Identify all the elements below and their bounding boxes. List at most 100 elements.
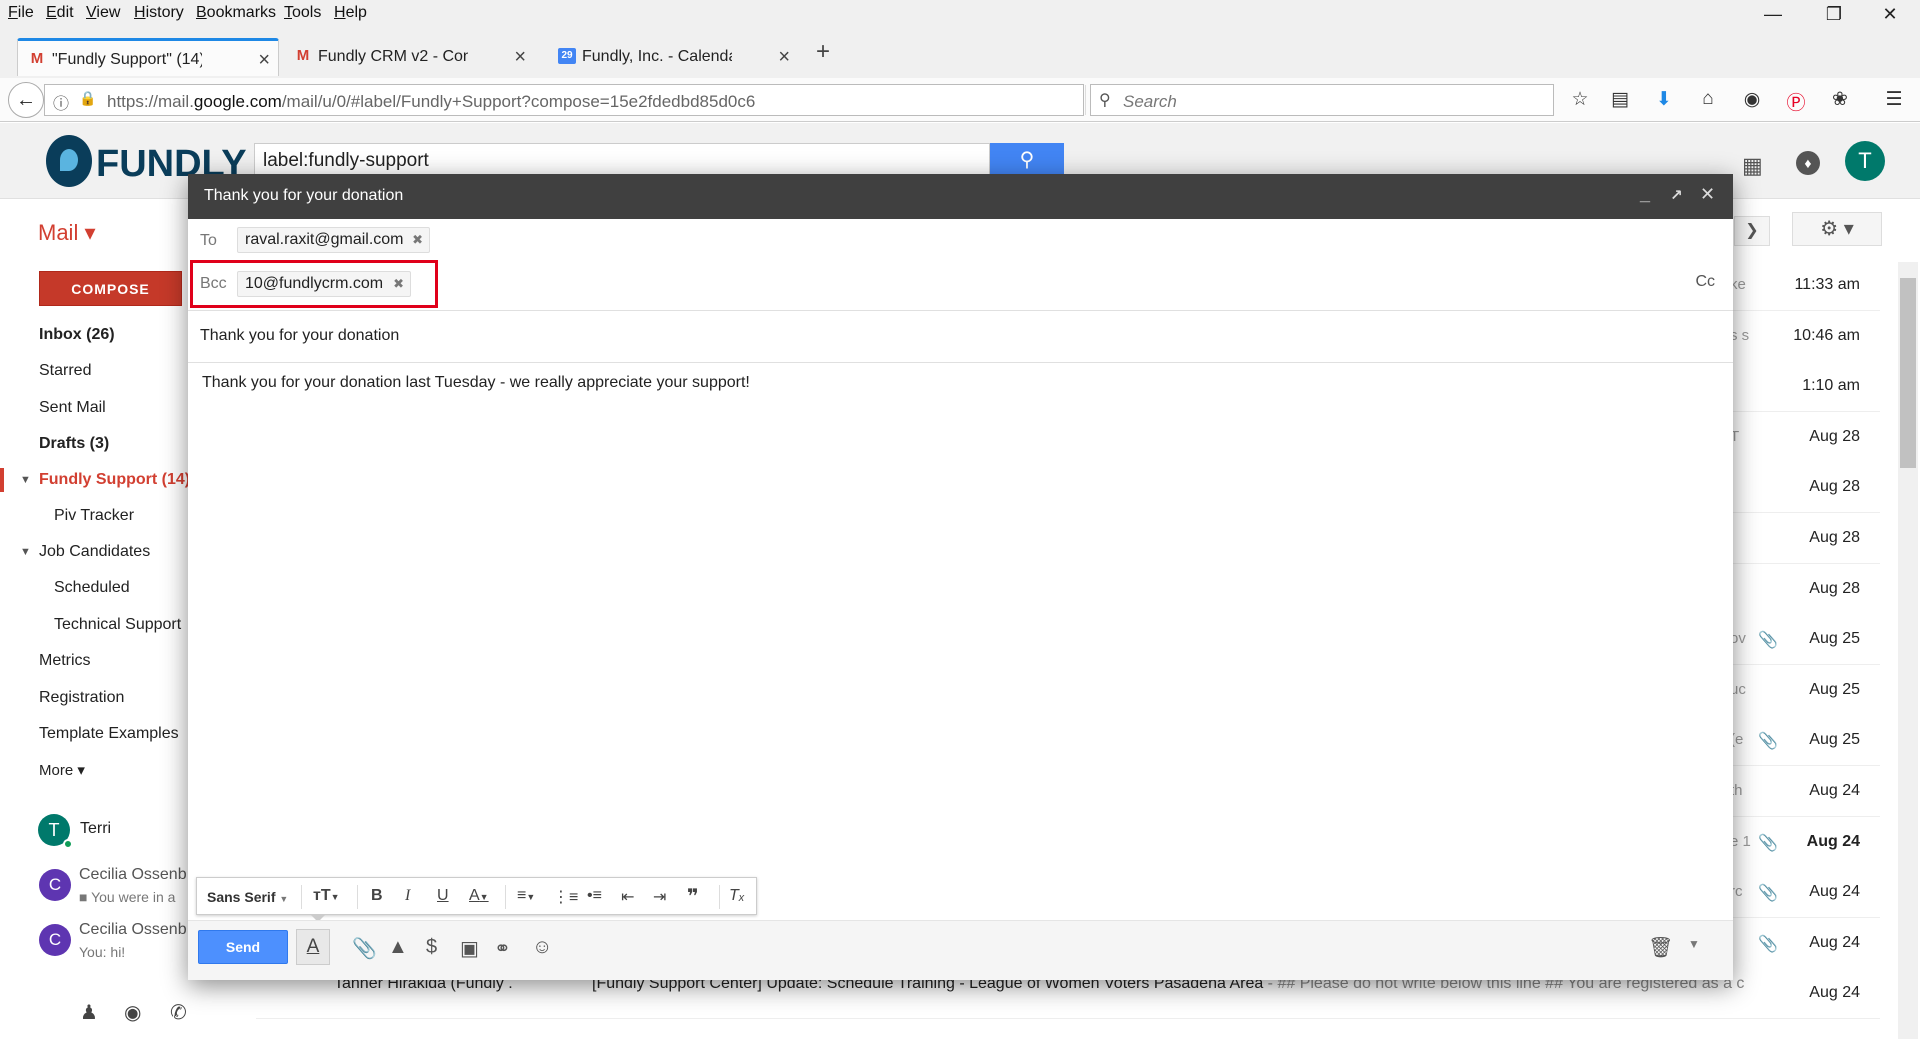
nav-sent-mail[interactable]: Sent Mail [39, 399, 106, 417]
compose-button[interactable]: COMPOSE [39, 271, 182, 306]
discard-draft-icon[interactable]: 🗑 [1648, 935, 1673, 960]
insert-photo-icon[interactable]: ▣ [460, 936, 479, 961]
menu-edit[interactable]: Edit [46, 4, 74, 22]
minimize-icon[interactable]: — [1753, 4, 1793, 28]
font-family-select[interactable]: Sans Serif ▼ [207, 889, 288, 905]
emoji-icon[interactable]: ☺ [532, 936, 552, 959]
pocket-icon[interactable]: ◉ [1738, 88, 1766, 112]
indent-more-icon[interactable]: ⇥ [653, 887, 666, 907]
attach-file-icon[interactable]: 📎 [352, 936, 377, 961]
nav-drafts[interactable]: Drafts (3) [39, 435, 109, 453]
hangouts-user-name[interactable]: Terri [80, 820, 111, 838]
url-bar[interactable]: ⓘ 🔒 https://mail.google.com/mail/u/0/#la… [44, 84, 1111, 116]
align-icon[interactable]: ≡▼ [517, 887, 535, 905]
close-icon[interactable]: × [514, 38, 526, 76]
nav-technical-support[interactable]: Technical Support [54, 616, 181, 634]
next-page-icon[interactable]: ❯ [1734, 216, 1770, 246]
expand-arrow-icon[interactable]: ▼ [20, 474, 31, 486]
text-color-icon[interactable]: A▼ [469, 887, 489, 905]
close-compose-icon[interactable]: ✕ [1700, 184, 1715, 205]
search-button[interactable]: ⚲ [990, 143, 1064, 177]
menu-history[interactable]: History [134, 4, 184, 22]
scrollbar-thumb[interactable] [1900, 278, 1916, 468]
formatting-options-icon[interactable]: A [296, 929, 330, 965]
menu-tools[interactable]: Tools [284, 4, 321, 22]
quote-icon[interactable]: ❞ [687, 884, 699, 909]
notifications-bell-icon[interactable]: ♦ [1796, 151, 1820, 175]
tab-fundly-support[interactable]: M "Fundly Support" (14) - terri × [17, 38, 279, 76]
nav-job-candidates[interactable]: Job Candidates [39, 543, 150, 561]
download-icon[interactable]: ⬇ [1650, 88, 1678, 112]
reading-list-icon[interactable]: ▤ [1606, 88, 1634, 112]
nav-fundly-support[interactable]: Fundly Support (14) [39, 471, 190, 489]
mail-switcher[interactable]: Mail ▾ [38, 220, 96, 246]
indent-less-icon[interactable]: ⇤ [621, 887, 634, 907]
contact-name[interactable]: Cecilia Ossenb [79, 921, 187, 939]
tab-calendar[interactable]: 29 Fundly, Inc. - Calendar - Mon × [548, 38, 798, 76]
underline-icon[interactable]: U [437, 887, 449, 905]
send-button[interactable]: Send [198, 930, 288, 964]
tab-fundly-crm[interactable]: M Fundly CRM v2 - Contact Ma × [284, 38, 534, 76]
hangouts-icon[interactable]: ◉ [124, 1000, 141, 1025]
nav-scheduled[interactable]: Scheduled [54, 579, 130, 597]
contact-name[interactable]: Cecilia Ossenb [79, 866, 187, 884]
new-tab-icon[interactable]: + [816, 38, 830, 66]
menu-view[interactable]: View [86, 4, 120, 22]
browser-search-input[interactable]: ⚲ Search [1090, 84, 1554, 116]
remove-recipient-icon[interactable]: ✖ [393, 272, 404, 296]
apps-grid-icon[interactable]: ▦ [1742, 153, 1763, 179]
nav-metrics[interactable]: Metrics [39, 652, 91, 670]
message-body[interactable]: Thank you for your donation last Tuesday… [202, 374, 750, 392]
back-arrow-icon[interactable]: ← [8, 82, 44, 118]
italic-icon[interactable]: I [405, 887, 410, 905]
cc-link[interactable]: Cc [1695, 273, 1715, 291]
menu-bookmarks[interactable]: Bookmarks [196, 4, 276, 22]
pinterest-icon[interactable]: Ⓟ [1782, 88, 1810, 114]
nav-starred[interactable]: Starred [39, 362, 91, 380]
numbered-list-icon[interactable]: ⋮≡ [553, 887, 578, 907]
menu-help[interactable]: Help [334, 4, 367, 22]
bold-icon[interactable]: B [371, 887, 383, 905]
message-list-scrollbar[interactable] [1898, 262, 1918, 1039]
url-text[interactable]: https://mail.google.com/mail/u/0/#label/… [107, 92, 755, 112]
bookmark-star-icon[interactable]: ☆ [1566, 88, 1594, 112]
full-screen-icon[interactable]: ↗ [1670, 186, 1683, 204]
close-icon[interactable]: × [778, 38, 790, 76]
bcc-recipient-chip[interactable]: 10@fundlycrm.com ✖ [237, 271, 411, 297]
person-icon[interactable]: ♟ [80, 1000, 98, 1025]
nav-piv-tracker[interactable]: Piv Tracker [54, 507, 134, 525]
nav-registration[interactable]: Registration [39, 689, 124, 707]
google-drive-icon[interactable]: ▲ [388, 936, 408, 959]
remove-recipient-icon[interactable]: ✖ [412, 228, 423, 252]
nav-inbox[interactable]: Inbox (26) [39, 326, 115, 344]
minimize-icon[interactable]: _ [1640, 184, 1650, 205]
menu-file[interactable]: File [8, 4, 34, 22]
compose-title-bar[interactable]: Thank you for your donation _ ↗ ✕ [188, 174, 1733, 219]
window-close-icon[interactable]: ✕ [1870, 4, 1910, 28]
expand-arrow-icon[interactable]: ▼ [20, 546, 31, 558]
mail-search-input[interactable]: label:fundly-support [254, 143, 990, 177]
send-money-icon[interactable]: $ [426, 936, 437, 959]
to-row[interactable]: To raval.raxit@gmail.com ✖ [188, 219, 1733, 259]
hamburger-menu-icon[interactable]: ☰ [1880, 88, 1908, 112]
nav-template-examples[interactable]: Template Examples [39, 725, 179, 743]
phone-icon[interactable]: ✆ [170, 1000, 187, 1025]
more-options-icon[interactable]: ▼ [1688, 937, 1700, 951]
contact-avatar[interactable]: C [39, 924, 71, 956]
recipient-chip[interactable]: raval.raxit@gmail.com ✖ [237, 227, 430, 253]
subject-field[interactable]: Thank you for your donation [200, 327, 399, 345]
bulleted-list-icon[interactable]: •≡ [587, 887, 602, 905]
extension-icon[interactable]: ❀ [1826, 88, 1854, 112]
home-icon[interactable]: ⌂ [1694, 88, 1722, 112]
insert-link-icon[interactable]: ⚭ [494, 936, 511, 961]
settings-gear-icon[interactable]: ⚙ ▾ [1792, 212, 1882, 246]
contact-avatar[interactable]: C [39, 869, 71, 901]
font-size-icon[interactable]: ᴛT▼ [313, 887, 340, 905]
close-icon[interactable]: × [258, 41, 270, 76]
bcc-row[interactable]: Bcc 10@fundlycrm.com ✖ [188, 260, 1733, 308]
nav-more[interactable]: More ▾ [39, 761, 85, 779]
remove-formatting-icon[interactable]: Tₓ [729, 887, 745, 905]
info-icon[interactable]: ⓘ [53, 90, 69, 114]
restore-icon[interactable]: ❐ [1814, 4, 1854, 28]
account-avatar[interactable]: T [1845, 141, 1885, 181]
